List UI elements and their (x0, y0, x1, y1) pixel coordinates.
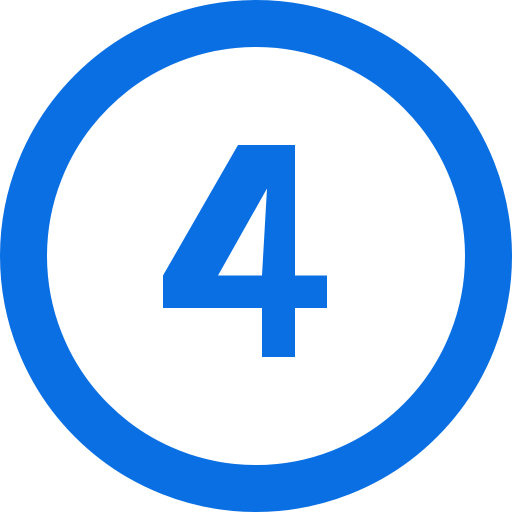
circled-number-4-icon (0, 0, 512, 512)
icon-canvas: 4 (0, 0, 512, 512)
number-4-glyph (163, 145, 327, 357)
circle-ring (0, 0, 512, 512)
